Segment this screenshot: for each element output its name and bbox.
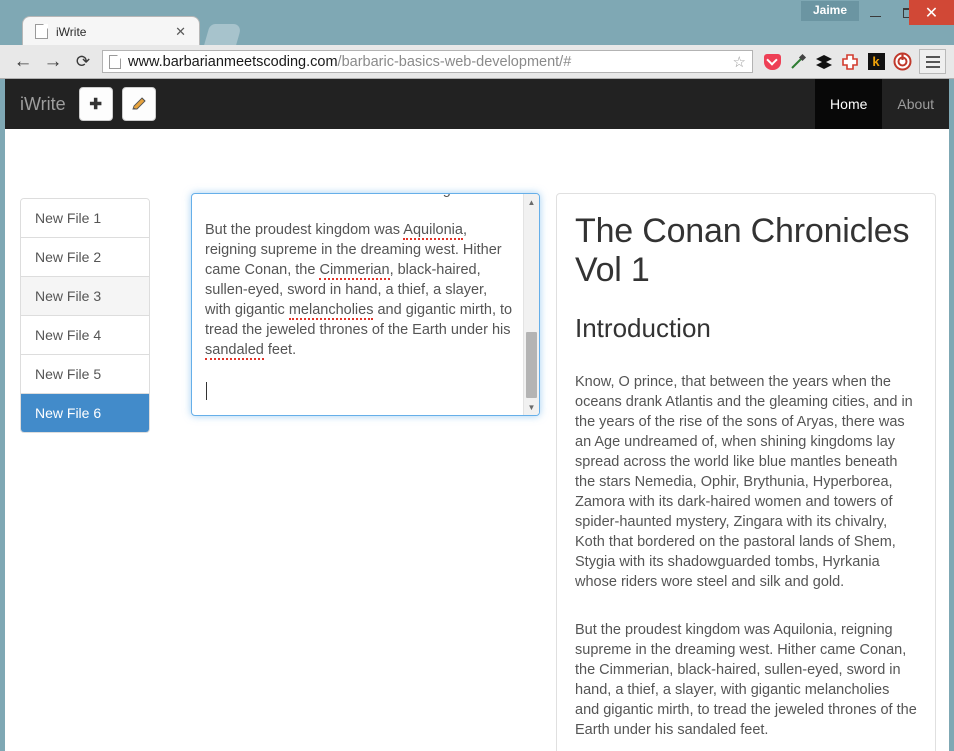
list-item[interactable]: New File 1 bbox=[21, 199, 149, 238]
eyedropper-icon[interactable] bbox=[785, 49, 811, 75]
page-favicon-icon bbox=[35, 24, 48, 39]
edit-file-button[interactable] bbox=[121, 87, 156, 121]
adblock-icon[interactable] bbox=[889, 49, 915, 75]
pocket-icon[interactable] bbox=[759, 49, 785, 75]
tab-close-icon[interactable]: ✕ bbox=[175, 25, 186, 38]
editor-scrollbar[interactable]: ▲ ▼ bbox=[523, 194, 539, 415]
list-item[interactable]: New File 6 bbox=[21, 394, 149, 432]
nav-link-about[interactable]: About bbox=[882, 79, 949, 129]
app-brand[interactable]: iWrite bbox=[20, 94, 66, 115]
bookmark-star-icon[interactable]: ☆ bbox=[733, 53, 746, 71]
browser-menu-button[interactable] bbox=[919, 49, 946, 74]
list-item[interactable]: New File 4 bbox=[21, 316, 149, 355]
editor-visible-text: But the proudest kingdom was Aquilonia, … bbox=[205, 222, 517, 360]
editor-clipped-line: whose riders were steel and silk and gol… bbox=[205, 194, 474, 198]
browser-toolbar: ← → ⟳ www.barbarianmeetscoding.com/barba… bbox=[0, 45, 954, 79]
editor-text-content: whose riders were steel and silk and gol… bbox=[205, 194, 517, 360]
list-item[interactable]: New File 2 bbox=[21, 238, 149, 277]
markdown-textarea[interactable]: whose riders were steel and silk and gol… bbox=[191, 193, 540, 416]
url-path: /barbaric-basics-web-development/# bbox=[337, 53, 572, 70]
new-tab-button[interactable] bbox=[203, 24, 243, 46]
app-navbar: iWrite ✚ Home About bbox=[5, 79, 949, 129]
nav-link-home[interactable]: Home bbox=[815, 79, 883, 129]
scrollbar-thumb[interactable] bbox=[526, 332, 537, 398]
layers-icon[interactable] bbox=[811, 49, 837, 75]
forward-icon[interactable]: → bbox=[38, 47, 68, 77]
app-content: New File 1 New File 2 New File 3 New Fil… bbox=[5, 129, 949, 751]
browser-tab-iwrite[interactable]: iWrite ✕ bbox=[22, 16, 200, 46]
file-list: New File 1 New File 2 New File 3 New Fil… bbox=[20, 198, 150, 433]
misspelled-word: Aquilonia bbox=[403, 222, 463, 240]
url-host: www.barbarianmeetscoding.com bbox=[128, 53, 338, 70]
browser-window: Jaime ✕ iWrite ✕ ← → ⟳ www.barbarianmeet… bbox=[0, 0, 954, 751]
new-file-button[interactable]: ✚ bbox=[78, 87, 113, 121]
preview-subtitle: Introduction bbox=[575, 312, 711, 343]
address-bar-url: www.barbarianmeetscoding.com/barbaric-ba… bbox=[128, 54, 733, 70]
preview-paragraph: Know, O prince, that between the years w… bbox=[575, 373, 913, 590]
editor-container: whose riders were steel and silk and gol… bbox=[191, 193, 540, 416]
text-caret bbox=[206, 382, 207, 400]
preview-panel: The Conan Chronicles Vol 1 Introduction … bbox=[556, 193, 936, 751]
misspelled-word: melancholies bbox=[288, 302, 374, 320]
reload-icon[interactable]: ⟳ bbox=[68, 47, 98, 77]
page-viewport: iWrite ✚ Home About New File 1 New File … bbox=[5, 79, 949, 751]
preview-paragraph: But the proudest kingdom was Aquilonia, … bbox=[575, 621, 917, 738]
tab-title: iWrite bbox=[56, 24, 87, 39]
scroll-up-icon[interactable]: ▲ bbox=[524, 194, 539, 210]
list-item[interactable]: New File 3 bbox=[21, 277, 149, 316]
tab-strip: iWrite ✕ bbox=[0, 16, 954, 46]
navbar-links: Home About bbox=[815, 79, 949, 129]
misspelled-word: Cimmerian bbox=[319, 262, 390, 280]
k-icon[interactable]: k bbox=[863, 49, 889, 75]
preview-title: The Conan Chronicles Vol 1 bbox=[575, 212, 910, 290]
address-bar[interactable]: www.barbarianmeetscoding.com/barbaric-ba… bbox=[102, 50, 753, 73]
list-item[interactable]: New File 5 bbox=[21, 355, 149, 394]
back-icon[interactable]: ← bbox=[8, 47, 38, 77]
misspelled-word: sandaled bbox=[205, 342, 264, 360]
page-info-icon bbox=[109, 54, 121, 69]
red-cross-icon[interactable] bbox=[837, 49, 863, 75]
scroll-down-icon[interactable]: ▼ bbox=[524, 399, 539, 415]
